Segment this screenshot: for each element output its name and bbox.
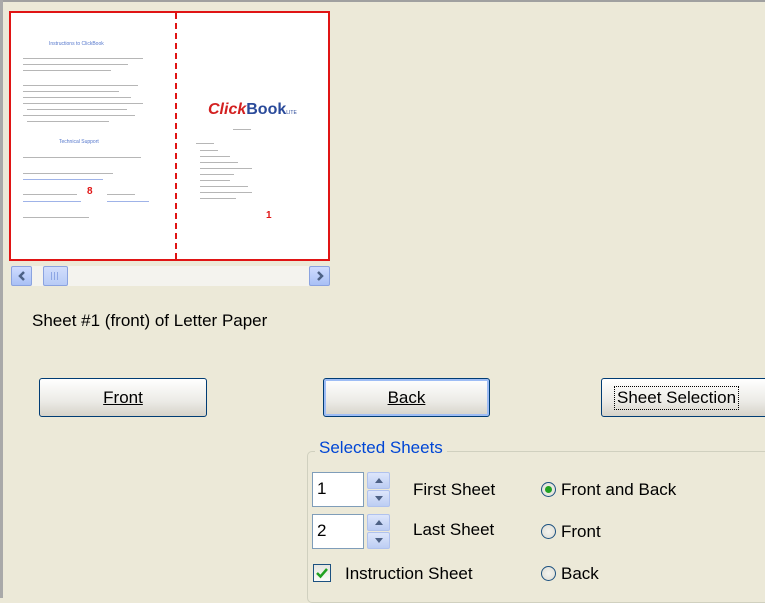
- radio-front-and-back[interactable]: [541, 482, 556, 497]
- radio-front-label: Front: [561, 522, 601, 541]
- selected-sheets-title: Selected Sheets: [315, 438, 447, 458]
- sheet-preview: Instructions to ClickBook Technical Supp…: [9, 11, 330, 261]
- last-sheet-label: Last Sheet: [413, 520, 495, 539]
- first-sheet-input[interactable]: 1: [312, 472, 364, 507]
- radio-front[interactable]: [541, 524, 556, 539]
- preview-left-page: Instructions to ClickBook Technical Supp…: [11, 13, 173, 259]
- first-sheet-label: First Sheet: [413, 480, 496, 499]
- spin-down-icon[interactable]: [367, 532, 390, 549]
- radio-front-and-back-label: Front and Back: [561, 480, 677, 499]
- window-top-border: [0, 0, 765, 2]
- sheet-selection-button[interactable]: Sheet Selection: [601, 378, 765, 417]
- sheet-selection-label: Sheet Selection: [614, 385, 740, 410]
- instruction-sheet-checkbox[interactable]: [313, 564, 331, 582]
- spin-down-icon[interactable]: [367, 490, 390, 507]
- spin-up-icon[interactable]: [367, 514, 390, 531]
- front-button-label: Front: [103, 387, 143, 407]
- radio-back-label: Back: [561, 564, 599, 583]
- scroll-left-button[interactable]: [11, 266, 32, 286]
- grip-icon: [51, 272, 60, 280]
- first-sheet-spinner[interactable]: [367, 472, 390, 507]
- last-sheet-input[interactable]: 2: [312, 514, 364, 549]
- preview-right-page-number: 1: [266, 210, 272, 221]
- instruction-sheet-label: Instruction Sheet: [345, 564, 473, 583]
- front-button[interactable]: Front: [39, 378, 207, 417]
- window-left-border: [0, 0, 3, 598]
- preview-right-page: ClickBookLITE 1: [178, 13, 328, 259]
- check-icon: [316, 568, 328, 579]
- preview-scrollbar-track[interactable]: [31, 266, 309, 286]
- back-button[interactable]: Back: [323, 378, 490, 417]
- spin-up-icon[interactable]: [367, 472, 390, 489]
- sheet-label: Sheet #1 (front) of Letter Paper: [32, 311, 268, 330]
- scroll-right-button[interactable]: [309, 266, 330, 286]
- radio-selected-dot: [545, 486, 552, 493]
- radio-back[interactable]: [541, 566, 556, 581]
- preview-left-page-number: 8: [87, 186, 93, 197]
- last-sheet-spinner[interactable]: [367, 514, 390, 549]
- preview-left-heading: Instructions to ClickBook: [49, 41, 104, 47]
- preview-scrollbar-thumb[interactable]: [43, 266, 68, 286]
- arrow-left-icon: [17, 271, 25, 281]
- clickbook-logo: ClickBookLITE: [208, 101, 297, 118]
- fold-line: [175, 13, 177, 259]
- back-button-label: Back: [387, 387, 426, 407]
- preview-left-section: Technical Support: [59, 139, 99, 145]
- arrow-right-icon: [316, 271, 324, 281]
